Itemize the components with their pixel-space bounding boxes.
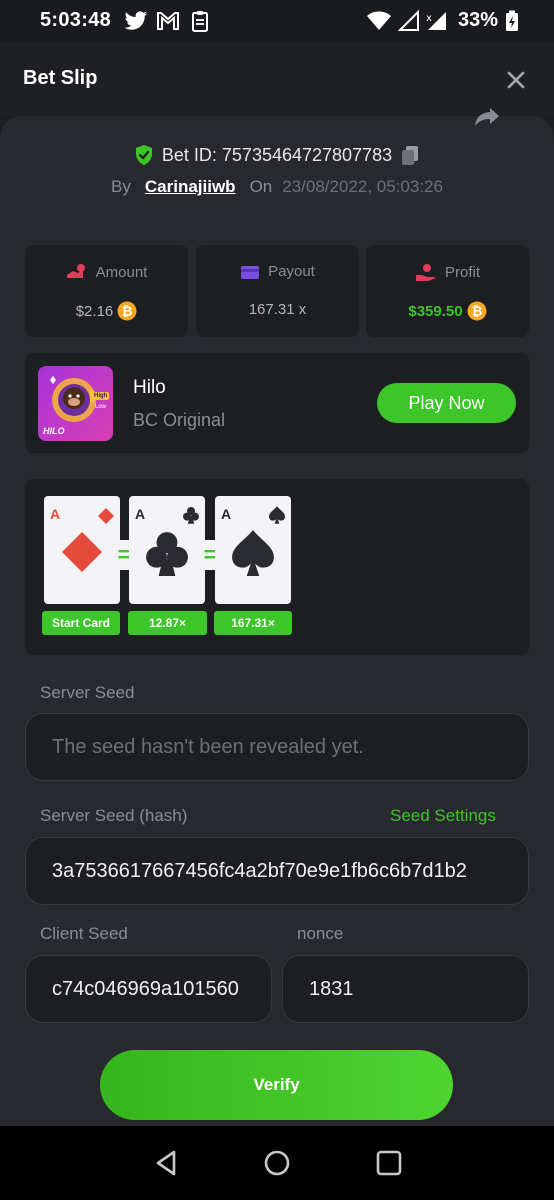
- profit-hand-icon: [415, 264, 436, 281]
- by-label: By: [111, 177, 131, 196]
- signal-icon: [398, 10, 419, 31]
- battery-charging-icon: [506, 10, 518, 31]
- stat-value: $359.50: [408, 302, 463, 320]
- client-seed-field[interactable]: c74c046969a101560: [25, 955, 272, 1023]
- bet-id-row: Bet ID: 75735464727807783: [0, 142, 554, 168]
- multiplier-tag: 12.87×: [128, 611, 207, 635]
- back-icon[interactable]: [152, 1148, 182, 1178]
- amount-icon: [66, 264, 85, 278]
- server-seed-field[interactable]: The seed hasn't been revealed yet.: [25, 713, 529, 781]
- stat-value: $2.16: [75, 302, 114, 320]
- stat-label: Payout: [268, 263, 315, 280]
- game-name: Hilo: [133, 377, 166, 398]
- svg-text:₿: ₿: [122, 305, 133, 320]
- play-now-button[interactable]: Play Now: [377, 383, 516, 423]
- spade-icon: [269, 506, 285, 524]
- twitter-icon: [124, 11, 147, 30]
- game-thumbnail[interactable]: High Low HILO: [38, 366, 113, 441]
- wallet-icon: [241, 265, 260, 279]
- page-title: Bet Slip: [23, 67, 98, 89]
- thumb-high-label: High: [92, 392, 110, 400]
- bitcoin-icon: ₿: [467, 301, 487, 321]
- start-card-tag: Start Card: [42, 611, 120, 635]
- close-icon[interactable]: [503, 67, 529, 93]
- stat-label: Profit: [444, 263, 480, 281]
- verify-button[interactable]: Verify: [100, 1050, 453, 1120]
- bet-slip-header: Bet Slip: [0, 42, 554, 116]
- thumb-low-label: Low: [95, 404, 107, 410]
- battery-percent: 33%: [458, 9, 499, 31]
- game-provider: BC Original: [133, 410, 226, 430]
- username-link[interactable]: Carinajiiwb: [145, 177, 236, 197]
- gmail-icon: [157, 12, 179, 30]
- seed-settings-link[interactable]: Seed Settings: [390, 806, 496, 826]
- stat-value: 167.31 x: [248, 301, 307, 318]
- club-icon: [183, 507, 199, 524]
- system-nav-bar: [0, 1126, 554, 1200]
- diamond-icon: [98, 508, 114, 524]
- hand-history: A = A = A Start Card 12.87× 167.31×: [25, 479, 529, 655]
- bitcoin-icon: ₿: [117, 301, 137, 321]
- server-seed-hash-label: Server Seed (hash): [40, 806, 188, 825]
- card-rank: A: [135, 506, 146, 522]
- shield-check-icon: [135, 145, 152, 165]
- stat-amount: Amount $2.16 ₿: [25, 245, 188, 337]
- copy-icon[interactable]: [400, 144, 420, 166]
- stat-profit: Profit $359.50 ₿: [366, 245, 529, 337]
- multiplier-tag: 167.31×: [214, 611, 292, 635]
- card-rank: A: [50, 506, 61, 522]
- signal-x-icon: x: [426, 12, 446, 30]
- card-rank: A: [221, 506, 232, 522]
- recents-icon[interactable]: [374, 1148, 404, 1178]
- svg-text:x: x: [426, 13, 432, 24]
- stat-payout: Payout 167.31 x: [196, 245, 359, 337]
- nonce-label: nonce: [297, 924, 344, 943]
- home-icon[interactable]: [262, 1148, 292, 1178]
- server-seed-hash-field[interactable]: 3a7536617667456fc4a2bf70e9e1fb6c6b7d1b2: [25, 837, 529, 905]
- playing-card: A: [215, 496, 291, 604]
- status-time: 5:03:48: [40, 9, 112, 31]
- stat-label: Amount: [95, 263, 148, 281]
- bet-date: 23/08/2022, 05:03:26: [282, 177, 443, 196]
- status-bar: 5:03:48 x 33%: [0, 0, 554, 42]
- server-seed-label: Server Seed: [40, 683, 135, 702]
- share-icon[interactable]: [472, 104, 502, 130]
- on-label: On: [249, 177, 273, 196]
- svg-text:₿: ₿: [471, 305, 482, 320]
- game-card: High Low HILO Hilo BC Original Play Now: [25, 353, 529, 453]
- spade-icon: [232, 530, 274, 576]
- thumb-title: HILO: [43, 426, 65, 436]
- club-icon: [146, 532, 188, 576]
- client-seed-label: Client Seed: [40, 924, 128, 943]
- wifi-icon: [367, 11, 391, 30]
- bet-id: Bet ID: 75735464727807783: [161, 144, 393, 165]
- diamond-icon: [62, 532, 102, 572]
- clipboard-icon: [192, 11, 208, 32]
- playing-card: A: [129, 496, 205, 604]
- bet-author-row: By Carinajiiwb On 23/08/2022, 05:03:26: [0, 175, 554, 199]
- nonce-field[interactable]: 1831: [282, 955, 529, 1023]
